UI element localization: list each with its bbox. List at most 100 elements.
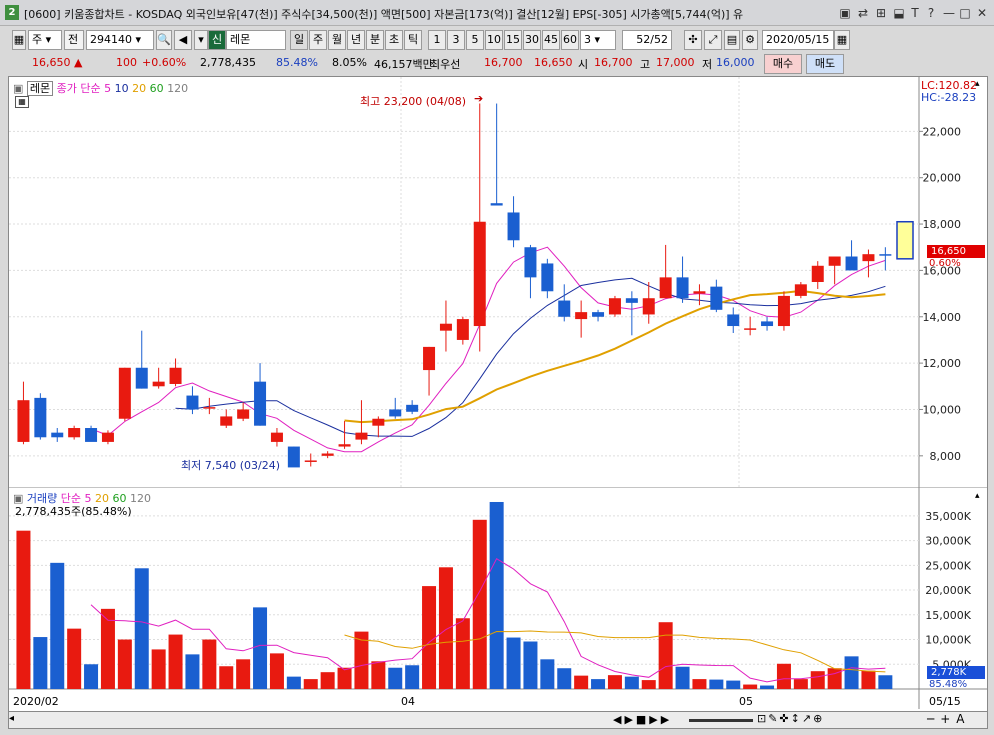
pin-icon[interactable]: ⊞: [874, 6, 888, 20]
candle-body[interactable]: [744, 328, 757, 330]
volume-bar[interactable]: [861, 670, 876, 689]
candle-body[interactable]: [693, 291, 706, 294]
volume-bar[interactable]: [455, 618, 470, 689]
candle-body[interactable]: [659, 277, 672, 299]
code-mode-button[interactable]: 전: [64, 30, 84, 50]
volume-bar[interactable]: [489, 501, 504, 689]
volume-bar[interactable]: [405, 665, 420, 689]
period-type-select[interactable]: 주 ▾: [28, 30, 62, 50]
search-icon[interactable]: 🔍: [156, 30, 172, 50]
speaker-menu-icon[interactable]: ▾: [194, 30, 208, 50]
candle-body[interactable]: [287, 446, 300, 468]
stock-name-field[interactable]: 레몬: [226, 30, 286, 50]
price-panel-collapse-icon[interactable]: ▴: [975, 79, 980, 89]
speaker-icon[interactable]: ◀: [174, 30, 192, 50]
volume-bar[interactable]: [709, 679, 724, 689]
candle-body[interactable]: [389, 409, 402, 417]
candle-body[interactable]: [862, 254, 875, 262]
table-icon[interactable]: ▦: [15, 96, 29, 108]
candle-body[interactable]: [270, 432, 283, 442]
interval-button[interactable]: 틱: [404, 30, 422, 50]
interval-button[interactable]: 주: [309, 30, 327, 50]
candle-body[interactable]: [101, 432, 114, 442]
chart-scroll-bar[interactable]: ◂ ◀▶■▶▶ ⊡✎✜↕↗⊕ ─+A: [8, 711, 988, 729]
candle-body[interactable]: [439, 323, 452, 331]
volume-bar[interactable]: [117, 639, 132, 689]
volume-bar[interactable]: [675, 666, 690, 689]
draw-tools[interactable]: ⊡✎✜↕↗⊕: [757, 712, 824, 725]
candle-body[interactable]: [727, 314, 740, 327]
volume-bar[interactable]: [658, 622, 673, 689]
volume-bar[interactable]: [151, 649, 166, 689]
volume-bar[interactable]: [236, 659, 251, 689]
candle-body[interactable]: [17, 400, 30, 442]
candle-body[interactable]: [237, 409, 250, 419]
candle-body[interactable]: [372, 418, 385, 426]
help-icon[interactable]: ?: [924, 6, 938, 20]
font-icon[interactable]: T: [908, 6, 922, 20]
calendar-icon[interactable]: ▦: [834, 30, 850, 50]
candle-body[interactable]: [135, 367, 148, 389]
volume-bar[interactable]: [624, 676, 639, 689]
link-icon[interactable]: ⇄: [856, 6, 870, 20]
minute-button[interactable]: 15: [504, 30, 522, 50]
candle-body[interactable]: [186, 395, 199, 410]
volume-chart[interactable]: 5,000K10,000K15,000K20,000K25,000K30,000…: [9, 487, 987, 709]
volume-bar[interactable]: [269, 653, 284, 689]
candle-body[interactable]: [761, 321, 774, 327]
minute-button[interactable]: 1: [428, 30, 446, 50]
candle-body[interactable]: [118, 367, 131, 419]
candle-body[interactable]: [507, 212, 520, 241]
volume-bar[interactable]: [438, 567, 453, 689]
date-field[interactable]: 2020/05/15: [762, 30, 834, 50]
volume-bar[interactable]: [320, 672, 335, 689]
candle-body[interactable]: [592, 312, 605, 317]
gear-icon[interactable]: ⚙: [742, 30, 758, 50]
volume-bar[interactable]: [607, 675, 622, 689]
candle-body[interactable]: [794, 284, 807, 296]
candle-body[interactable]: [811, 265, 824, 282]
candle-body[interactable]: [524, 247, 537, 278]
candle-body[interactable]: [406, 404, 419, 412]
candle-body[interactable]: [321, 453, 334, 456]
volume-bar[interactable]: [50, 562, 65, 689]
count-select[interactable]: 3 ▾: [580, 30, 616, 50]
candle-body[interactable]: [828, 256, 841, 266]
candle-body[interactable]: [473, 221, 486, 327]
interval-button[interactable]: 일: [290, 30, 308, 50]
volume-bar[interactable]: [776, 663, 791, 689]
volume-bar[interactable]: [793, 679, 808, 689]
volume-bar[interactable]: [540, 659, 555, 689]
scroll-left-icon[interactable]: ◂: [9, 713, 14, 724]
grid-icon[interactable]: ▦: [12, 30, 26, 50]
volume-bar[interactable]: [726, 680, 741, 689]
candle-body[interactable]: [879, 254, 892, 256]
candle-body[interactable]: [541, 263, 554, 292]
chart-area[interactable]: 8,000 10,000 12,000 14,000 16,000 18,000 20,00…: [8, 76, 988, 713]
volume-bar[interactable]: [219, 666, 234, 689]
minute-button[interactable]: 30: [523, 30, 541, 50]
candle-body[interactable]: [490, 203, 503, 206]
screen-icon[interactable]: ▣: [838, 6, 852, 20]
volume-bar[interactable]: [388, 667, 403, 689]
candle-body[interactable]: [777, 295, 790, 327]
buy-button[interactable]: 매수: [764, 54, 802, 74]
volume-bar[interactable]: [371, 661, 386, 689]
volume-bar[interactable]: [810, 671, 825, 689]
volume-bar[interactable]: [337, 667, 352, 689]
candle-body[interactable]: [203, 407, 216, 409]
candle-body[interactable]: [608, 298, 621, 315]
interval-button[interactable]: 초: [385, 30, 403, 50]
volume-bar[interactable]: [168, 634, 183, 689]
tools-icon[interactable]: ⤢: [704, 30, 722, 50]
candle-body[interactable]: [845, 256, 858, 271]
zoom-slider[interactable]: [689, 719, 753, 722]
candle-body[interactable]: [254, 381, 267, 426]
volume-bar[interactable]: [16, 530, 31, 689]
price-chart[interactable]: 8,00010,00012,00014,00016,00018,00020,00…: [9, 77, 987, 487]
volume-bar[interactable]: [33, 637, 48, 689]
candle-body[interactable]: [85, 428, 98, 442]
sell-button[interactable]: 매도: [806, 54, 844, 74]
candle-body[interactable]: [558, 300, 571, 317]
volume-bar[interactable]: [844, 656, 859, 689]
